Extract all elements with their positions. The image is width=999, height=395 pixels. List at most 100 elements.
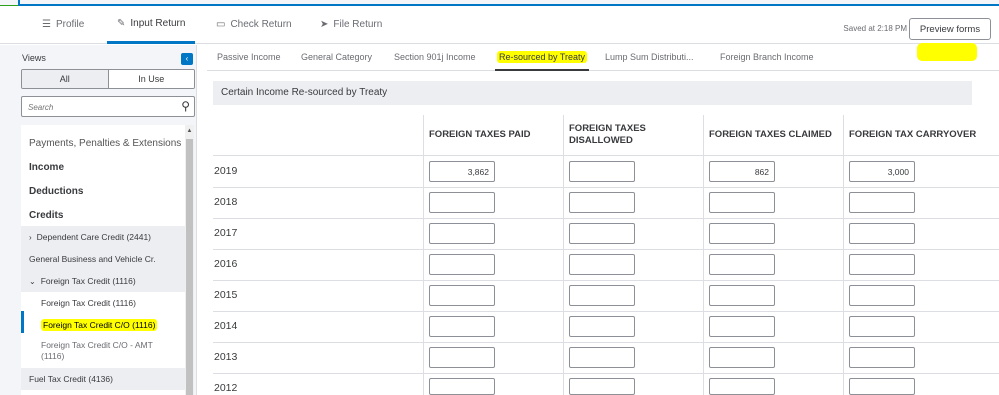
- sidebar-item-payments[interactable]: Payments, Penalties & Extensions: [21, 133, 185, 153]
- input-2016-disallowed[interactable]: [569, 254, 635, 275]
- collapse-sidebar-icon[interactable]: ‹: [181, 53, 193, 65]
- column-header-disallowed: FOREIGN TAXES DISALLOWED: [569, 123, 646, 146]
- input-2016-carryover[interactable]: [849, 254, 915, 275]
- row-year-2014: 2014: [214, 320, 238, 332]
- input-2019-claimed[interactable]: [709, 161, 775, 182]
- input-2018-disallowed[interactable]: [569, 192, 635, 213]
- input-2015-claimed[interactable]: [709, 285, 775, 306]
- input-2019-disallowed[interactable]: [569, 161, 635, 182]
- views-title: Views: [22, 53, 46, 63]
- pencil-icon: ✎: [117, 17, 126, 29]
- input-2013-claimed[interactable]: [709, 347, 775, 368]
- sidebar-item-dependent-care[interactable]: › Dependent Care Credit (2441): [21, 226, 185, 248]
- row-year-2017: 2017: [214, 227, 238, 239]
- input-2018-claimed[interactable]: [709, 192, 775, 213]
- tab-file-return[interactable]: ➤ File Return: [310, 6, 392, 44]
- list-icon: ☰: [42, 19, 51, 30]
- input-2016-paid[interactable]: [429, 254, 495, 275]
- input-2018-paid[interactable]: [429, 192, 495, 213]
- input-2017-claimed[interactable]: [709, 223, 775, 244]
- input-2015-paid[interactable]: [429, 285, 495, 306]
- input-2013-paid[interactable]: [429, 347, 495, 368]
- input-2019-paid[interactable]: [429, 161, 495, 182]
- saved-status: Saved at 2:18 PM: [843, 24, 907, 33]
- subtab-foreign-branch[interactable]: Foreign Branch Income: [718, 45, 816, 71]
- chevron-down-icon: ⌄: [29, 276, 36, 286]
- sidebar-item-income[interactable]: Income: [21, 157, 185, 177]
- column-divider: [703, 115, 704, 395]
- input-2017-carryover[interactable]: [849, 223, 915, 244]
- column-divider: [423, 115, 424, 395]
- input-2017-paid[interactable]: [429, 223, 495, 244]
- row-year-2018: 2018: [214, 196, 238, 208]
- row-divider: [213, 280, 999, 281]
- chevron-right-icon: ›: [29, 232, 32, 242]
- scroll-thumb[interactable]: [186, 139, 193, 395]
- subtab-lump-sum[interactable]: Lump Sum Distributi...: [603, 45, 696, 71]
- tab-input-return[interactable]: ✎ Input Return: [107, 6, 196, 44]
- sidebar-item-credits[interactable]: Credits: [21, 205, 185, 225]
- top-nav: ☰ Profile ✎ Input Return ▭ Check Return …: [0, 6, 999, 44]
- input-2014-claimed[interactable]: [709, 316, 775, 337]
- input-2019-carryover[interactable]: [849, 161, 915, 182]
- row-divider: [213, 249, 999, 250]
- preview-forms-button[interactable]: Preview forms: [909, 18, 991, 40]
- input-2015-carryover[interactable]: [849, 285, 915, 306]
- row-divider: [213, 187, 999, 188]
- toggle-in-use[interactable]: In Use: [108, 70, 194, 88]
- input-2012-claimed[interactable]: [709, 378, 775, 395]
- toggle-all[interactable]: All: [22, 70, 109, 88]
- row-divider: [213, 155, 999, 156]
- sub-tabs: Passive Income General Category Section …: [207, 45, 999, 71]
- column-header-paid: FOREIGN TAXES PAID: [429, 129, 531, 140]
- sidebar-item-deductions[interactable]: Deductions: [21, 181, 185, 201]
- views-toggle: All In Use: [21, 69, 195, 89]
- tab-profile[interactable]: ☰ Profile: [32, 6, 94, 44]
- sidebar-scrollbar[interactable]: ▲: [185, 125, 194, 395]
- sidebar-item-ftc-co[interactable]: Foreign Tax Credit C/O (1116): [21, 314, 185, 336]
- row-divider: [213, 373, 999, 374]
- sidebar-item-general-business[interactable]: General Business and Vehicle Cr.: [21, 248, 185, 270]
- column-header-carryover: FOREIGN TAX CARRYOVER: [849, 129, 977, 140]
- subtab-general-category[interactable]: General Category: [299, 45, 374, 71]
- subtab-passive-income[interactable]: Passive Income: [215, 45, 283, 71]
- subtab-section-901j[interactable]: Section 901j Income: [392, 45, 478, 71]
- row-year-2012: 2012: [214, 382, 238, 394]
- sidebar-item-ftc-co-amt[interactable]: Foreign Tax Credit C/O - AMT (1116): [21, 336, 185, 366]
- input-2014-disallowed[interactable]: [569, 316, 635, 337]
- sidebar-item-ftc-1116[interactable]: Foreign Tax Credit (1116): [21, 292, 185, 314]
- row-divider: [213, 311, 999, 312]
- search-input[interactable]: [22, 98, 172, 117]
- sidebar-search: ⚲: [21, 96, 195, 117]
- column-divider: [843, 115, 844, 395]
- sidebar: Views ‹ All In Use ⚲ Payments, Penalties…: [0, 45, 197, 395]
- input-2018-carryover[interactable]: [849, 192, 915, 213]
- input-2014-paid[interactable]: [429, 316, 495, 337]
- send-icon: ➤: [320, 19, 329, 30]
- input-2013-carryover[interactable]: [849, 347, 915, 368]
- scroll-up-icon[interactable]: ▲: [185, 125, 194, 137]
- sidebar-list: Payments, Penalties & Extensions Income …: [21, 125, 185, 395]
- input-2014-carryover[interactable]: [849, 316, 915, 337]
- input-2012-disallowed[interactable]: [569, 378, 635, 395]
- input-2017-disallowed[interactable]: [569, 223, 635, 244]
- input-2013-disallowed[interactable]: [569, 347, 635, 368]
- document-icon: ▭: [216, 19, 226, 30]
- tab-check-return[interactable]: ▭ Check Return: [206, 6, 302, 44]
- search-icon[interactable]: ⚲: [181, 99, 190, 113]
- input-2012-paid[interactable]: [429, 378, 495, 395]
- sidebar-item-fuel-tax[interactable]: Fuel Tax Credit (4136): [21, 368, 185, 390]
- row-divider: [213, 342, 999, 343]
- column-divider: [563, 115, 564, 395]
- input-2016-claimed[interactable]: [709, 254, 775, 275]
- section-title: Certain Income Re-sourced by Treaty: [213, 81, 972, 105]
- selected-indicator: [21, 311, 24, 333]
- row-year-2015: 2015: [214, 289, 238, 301]
- row-year-2013: 2013: [214, 351, 238, 363]
- subtab-resourced-by-treaty[interactable]: Re-sourced by Treaty: [495, 45, 590, 71]
- input-2015-disallowed[interactable]: [569, 285, 635, 306]
- sidebar-item-foreign-tax-credit[interactable]: ⌄ Foreign Tax Credit (1116): [21, 270, 185, 292]
- row-year-2016: 2016: [214, 258, 238, 270]
- row-year-2019: 2019: [214, 165, 238, 177]
- input-2012-carryover[interactable]: [849, 378, 915, 395]
